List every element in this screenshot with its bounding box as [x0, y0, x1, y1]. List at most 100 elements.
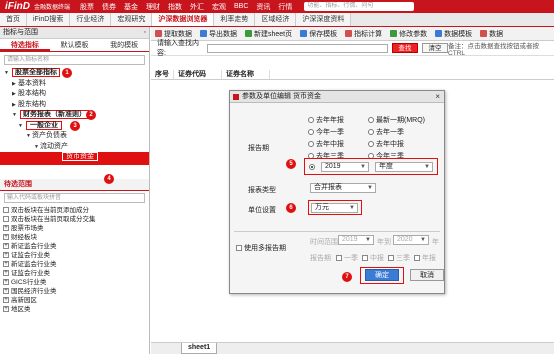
range-item-csrc-industry[interactable]: + 证监会行业类 — [0, 251, 149, 260]
season-select[interactable]: 年度 ▼ — [375, 162, 433, 172]
tree-item-current-assets[interactable]: ▼流动资产 — [0, 142, 149, 153]
radio-last-year-annual[interactable]: 去年年报 — [308, 115, 344, 125]
to-year-select[interactable]: 2020 ▼ — [393, 235, 429, 245]
radio-icon — [368, 117, 374, 124]
range-item-finance-sector[interactable]: + 财经板块 — [0, 233, 149, 242]
step-badge-5: 5 — [286, 159, 296, 169]
tab-candidate-indicators[interactable]: 待选指标 — [0, 39, 50, 51]
check-q3[interactable]: 三季 — [388, 253, 410, 263]
radio-last-year-mid-2[interactable]: 去年中报 — [368, 139, 404, 149]
unit-label: 单位设置 — [248, 207, 276, 214]
data-template-button[interactable]: 数据模板 — [431, 29, 476, 39]
close-icon[interactable]: × — [435, 91, 440, 103]
app-logo-subtitle: 金融数据终端 — [34, 5, 71, 11]
tree-item-basic-info[interactable]: ▶ 基本资料 — [0, 79, 149, 90]
query-input[interactable] — [207, 43, 388, 53]
chevron-down-icon: ▼ — [349, 204, 355, 211]
range-search-input[interactable]: 输入代码或板块拼音 — [4, 193, 145, 203]
chevron-down-icon: ▼ — [424, 164, 430, 170]
tree-item-financial-statements[interactable]: ▼ 财务报表（新准则） 2 — [0, 110, 149, 121]
indicator-calc-button[interactable]: 指标计算 — [341, 29, 386, 39]
tab-industry-economy[interactable]: 行业经济 — [70, 13, 112, 26]
menu-forex[interactable]: 外汇 — [186, 2, 208, 12]
col-header-code[interactable]: 证券代码 — [174, 70, 222, 79]
tree-item-balance-sheet[interactable]: ▼资产负债表 — [0, 131, 149, 142]
year-select[interactable]: 2019 ▼ — [321, 162, 369, 172]
cancel-button[interactable]: 取消 — [410, 269, 444, 281]
sheet-tab[interactable]: sheet1 — [181, 343, 218, 354]
tree-item-shareholder-structure[interactable]: ▶ 股东结构 — [0, 100, 149, 111]
menu-quotes[interactable]: 行情 — [274, 2, 296, 12]
menu-stocks[interactable]: 股票 — [76, 2, 98, 12]
step-badge-7: 7 — [342, 272, 352, 282]
radio-this-year-q1[interactable]: 今年一季 — [308, 127, 344, 137]
check-mid[interactable]: 中报 — [362, 253, 384, 263]
radio-custom-period[interactable] — [309, 164, 315, 170]
new-sheet-button[interactable]: 新建sheet页 — [241, 29, 296, 39]
range-section-title: 待选范围 — [0, 179, 149, 191]
range-item-new-csrc-industry-2[interactable]: + 新证监会行业类 — [0, 260, 149, 269]
clear-button[interactable]: 清空 — [421, 43, 449, 53]
from-year-select[interactable]: 2019 ▼ — [338, 235, 374, 245]
ok-button[interactable]: 确定 — [365, 269, 399, 281]
tab-macro-research[interactable]: 宏观研究 — [111, 13, 153, 26]
menu-index[interactable]: 指数 — [164, 2, 186, 12]
check-add-members[interactable]: 双击板块在当前页添加成分 — [0, 206, 149, 215]
tab-rate-trend[interactable]: 利率走势 — [214, 13, 256, 26]
range-item-national-economy[interactable]: + 国民经济行业类 — [0, 287, 149, 296]
radio-latest-mrq[interactable]: 最新一期(MRQ) — [368, 115, 425, 125]
export-data-button[interactable]: 导出数据 — [196, 29, 241, 39]
tree-item-share-structure[interactable]: ▶ 股本结构 — [0, 89, 149, 100]
menu-wealth[interactable]: 理财 — [142, 2, 164, 12]
radio-last-year-q1[interactable]: 去年一季 — [368, 127, 404, 137]
global-search-input[interactable]: 功能、指标、行情、问句 — [304, 2, 415, 11]
menu-macro[interactable]: 宏观 — [208, 2, 230, 12]
check-intersect-members[interactable]: 双击板块在当前页取成分交集 — [0, 215, 149, 224]
tab-bar: 首页 iFinD搜索 行业经济 宏观研究 沪深数据浏览器 利率走势 区域经济 沪… — [0, 13, 554, 27]
range-item-gics[interactable]: + GICS行业类 — [0, 278, 149, 287]
range-item-hightech-park[interactable]: + 高新园区 — [0, 296, 149, 305]
check-annual[interactable]: 年报 — [414, 253, 436, 263]
tree-item-cash-funds[interactable]: 货币资金 — [0, 152, 149, 165]
export-icon — [200, 30, 207, 37]
indicator-search-input[interactable]: 请输入指标名称 — [4, 55, 145, 65]
tab-regional-economy[interactable]: 区域经济 — [255, 13, 297, 26]
menu-bbc[interactable]: BBC — [230, 3, 252, 10]
radio-last-year-mid[interactable]: 去年中报 — [308, 139, 344, 149]
check-q1[interactable]: 一季 — [336, 253, 358, 263]
pin-icon[interactable]: ▫ — [144, 27, 146, 39]
range-item-new-csrc-industry[interactable]: + 新证监会行业类 — [0, 242, 149, 251]
edit-icon — [390, 30, 398, 37]
tree-item-all-stock-indicators[interactable]: ▼ 股票全部指标 1 — [0, 68, 149, 79]
tab-my-template[interactable]: 我的模板 — [99, 39, 149, 51]
col-header-index[interactable]: 序号 — [151, 70, 174, 79]
period-select-box: 2019 ▼ 年度 ▼ — [304, 158, 438, 175]
find-button[interactable]: 查找 — [391, 43, 418, 53]
report-type-select[interactable]: 合并报表 ▼ — [310, 183, 376, 193]
menu-news[interactable]: 资讯 — [252, 2, 274, 12]
menu-funds[interactable]: 基金 — [120, 2, 142, 12]
calc-icon — [345, 30, 353, 37]
range-item-region[interactable]: + 地区类 — [0, 305, 149, 314]
range-item-stock-market[interactable]: + 股票市场类 — [0, 224, 149, 233]
tab-default-template[interactable]: 默认模板 — [50, 39, 100, 51]
edit-params-button[interactable]: 修改参数 — [386, 29, 431, 39]
step-badge-2: 2 — [86, 110, 96, 120]
data-button[interactable]: 数据 — [476, 29, 507, 39]
extract-icon — [155, 30, 162, 37]
multi-period-check[interactable]: 使用多报告期 — [236, 243, 286, 253]
tab-home[interactable]: 首页 — [0, 13, 27, 26]
tab-deep-data[interactable]: 沪深深度资料 — [296, 13, 352, 26]
menu-bonds[interactable]: 债券 — [98, 2, 120, 12]
extract-data-button[interactable]: 提取数据 — [151, 29, 196, 39]
chevron-down-icon: ▼ — [365, 237, 371, 243]
tab-ifind-search[interactable]: iFinD搜索 — [27, 13, 71, 26]
unit-select[interactable]: 万元 ▼ — [311, 202, 358, 213]
step-badge-3: 3 — [70, 120, 80, 131]
data-icon — [480, 30, 488, 37]
save-template-button[interactable]: 保存模板 — [296, 29, 341, 39]
col-header-name[interactable]: 证券名称 — [222, 70, 270, 79]
tree-item-general-enterprise[interactable]: ▼ 一般企业 3 — [0, 120, 149, 132]
range-item-csrc-industry-2[interactable]: + 证监会行业类 — [0, 269, 149, 278]
tab-data-browser[interactable]: 沪深数据浏览器 — [152, 13, 215, 26]
